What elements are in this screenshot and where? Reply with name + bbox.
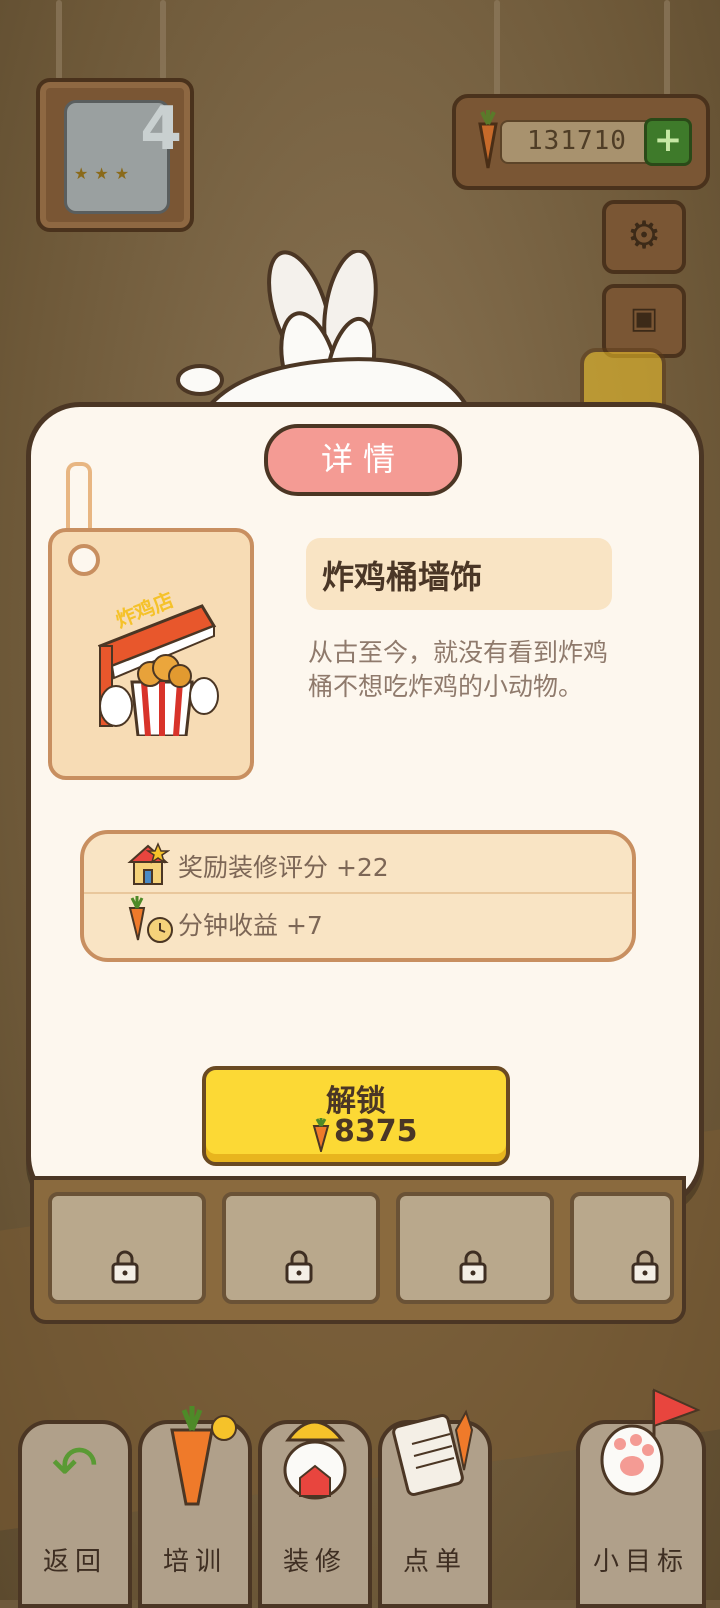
rope <box>56 0 62 80</box>
stats-divider <box>84 892 632 894</box>
carrot-count: 131710 <box>527 126 627 156</box>
camera-icon[interactable]: ▣ <box>602 284 686 358</box>
carrot-counter: 131710 + <box>452 94 710 190</box>
lock-icon <box>111 1250 139 1284</box>
nav-label: 小目标 <box>592 1547 689 1577</box>
nav-label: 返回 <box>42 1547 107 1577</box>
locked-item-slot[interactable] <box>48 1192 206 1304</box>
carrot-count-field: 131710 <box>500 120 654 164</box>
rope <box>160 0 166 80</box>
rope <box>664 0 670 96</box>
nav-order-button[interactable]: 点单 <box>378 1409 492 1608</box>
item-stats-panel: 奖励装修评分 +22 分钟收益 +7 <box>80 830 636 962</box>
builder-icon <box>283 1420 347 1500</box>
lock-icon <box>459 1250 487 1284</box>
tag-hole <box>68 544 100 576</box>
dialog-title: 详情 <box>264 424 462 496</box>
item-preview-card: 炸鸡店 <box>48 528 254 780</box>
nav-goal-button[interactable]: 小目标 <box>576 1388 706 1608</box>
house-score-icon <box>127 842 170 885</box>
carrot-clock-icon <box>128 896 173 943</box>
carrot-trainer-icon <box>170 1406 237 1506</box>
unlock-cost: 8375 <box>334 1114 418 1149</box>
locked-item-slot[interactable] <box>396 1192 554 1304</box>
add-carrots-button[interactable]: + <box>644 118 692 166</box>
level-stars: ★★★ <box>74 164 136 183</box>
carrot-icon <box>312 1118 330 1152</box>
nav-training-button[interactable]: 培训 <box>138 1406 252 1608</box>
paw-flag-icon <box>600 1388 701 1496</box>
unlock-button[interactable]: 解锁 8375 <box>202 1066 510 1166</box>
item-name: 炸鸡桶墙饰 <box>322 558 483 596</box>
nav-decorate-button[interactable]: 装修 <box>258 1420 372 1608</box>
nav-label: 培训 <box>162 1547 227 1577</box>
lock-icon <box>631 1250 659 1284</box>
nav-back-button[interactable]: ↶ 返回 <box>18 1420 132 1608</box>
settings-gear-icon[interactable]: ⚙ <box>602 200 686 274</box>
back-arrow-icon: ↶ <box>51 1434 99 1499</box>
stat-label: 奖励装修评分 +22 <box>178 853 389 882</box>
item-name-box: 炸鸡桶墙饰 <box>306 538 612 610</box>
item-description: 从古至今，就没有看到炸鸡桶不想吃炸鸡的小动物。 <box>308 638 609 701</box>
lock-icon <box>285 1250 313 1284</box>
level-number: 4 <box>140 94 182 164</box>
checklist-icon <box>392 1409 474 1496</box>
stat-label: 分钟收益 +7 <box>178 911 323 940</box>
locked-item-slot[interactable] <box>570 1192 674 1304</box>
rope <box>494 0 500 96</box>
nav-label: 装修 <box>282 1547 347 1577</box>
locked-item-slot[interactable] <box>222 1192 380 1304</box>
level-badge[interactable]: 4 ★★★ <box>36 78 194 232</box>
nav-label: 点单 <box>402 1547 467 1577</box>
